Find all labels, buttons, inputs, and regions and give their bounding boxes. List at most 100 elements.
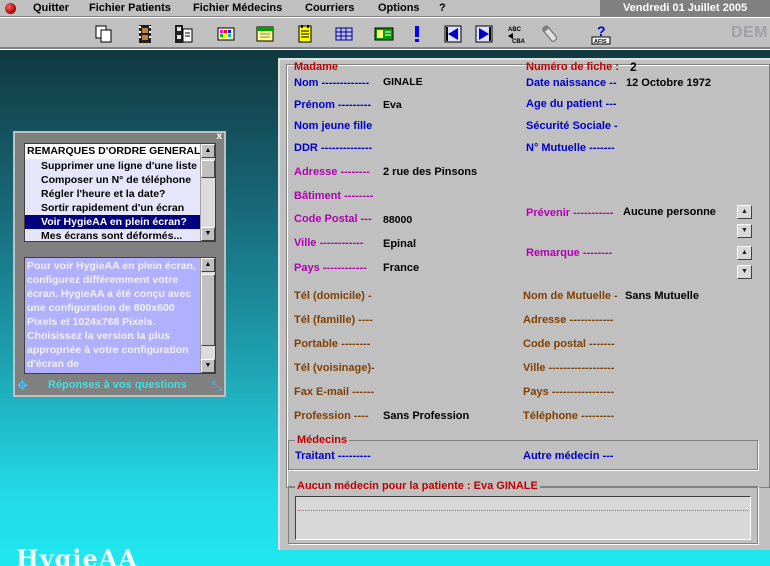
- help-topic-item[interactable]: Régler l'heure et la date?: [25, 187, 200, 201]
- mut-code-postal-label: Code postal -------: [523, 338, 615, 350]
- help-footer: ✥ Réponses à vos questions ⤡: [15, 378, 224, 394]
- tel-domicile-label: Tél (domicile) -: [294, 290, 372, 302]
- remarque-up-icon[interactable]: ▲: [737, 246, 752, 260]
- abc-label: ABC: [508, 27, 522, 33]
- nom-jeune-fille-label: Nom jeune fille: [294, 120, 373, 132]
- medecins-group: Médecins Traitant --------- Autre médeci…: [288, 434, 758, 470]
- help-topic-item[interactable]: Composer un N° de téléphone: [25, 173, 200, 187]
- ddr-label: DDR --------------: [294, 142, 373, 154]
- help-topic-item-selected[interactable]: Voir HygieAA en plein écran?: [25, 215, 200, 229]
- num-fiche-value: 2: [630, 60, 637, 74]
- mut-ville-label: Ville ------------------: [523, 362, 615, 374]
- scroll-thumb[interactable]: [201, 274, 215, 346]
- app-icon[interactable]: [5, 3, 16, 14]
- prevenir-up-icon[interactable]: ▲: [737, 205, 752, 219]
- remarque-label: Remarque --------: [526, 247, 613, 259]
- menu-fichier-medecins[interactable]: Fichier Médecins: [193, 2, 282, 14]
- profession-label: Profession ----: [294, 410, 369, 422]
- autre-medecin-label: Autre médecin ---: [523, 450, 614, 462]
- help-topic-item[interactable]: Mes écrans sont déformés...: [25, 229, 200, 241]
- batiment-label: Bâtiment --------: [294, 190, 374, 202]
- film-icon[interactable]: [134, 23, 156, 45]
- adresse-label: Adresse --------: [294, 166, 370, 178]
- tube-icon[interactable]: [539, 23, 561, 45]
- current-date: Vendredi 01 Juillet 2005: [600, 0, 770, 17]
- hygieaa-logo: HygieAA: [16, 544, 139, 566]
- resize-icon[interactable]: ⤡: [212, 378, 222, 394]
- scroll-down-icon[interactable]: ▼: [201, 359, 215, 373]
- help-description: Pour voir HygieAA en plein écran, config…: [24, 257, 216, 374]
- secu-label: Sécurité Sociale -: [526, 120, 618, 132]
- menu-options[interactable]: Options: [378, 2, 420, 14]
- date-naissance-value[interactable]: 12 Octobre 1972: [626, 77, 711, 89]
- mutuelle-num-label: N° Mutuelle -------: [526, 142, 615, 154]
- scroll-up-icon[interactable]: ▲: [201, 144, 215, 158]
- menu-fichier-patients[interactable]: Fichier Patients: [89, 2, 171, 14]
- menu-quitter[interactable]: Quitter: [33, 2, 69, 14]
- mut-adresse-label: Adresse ------------: [523, 314, 614, 326]
- dem-label: DEM: [730, 24, 768, 41]
- prevenir-label: Prévenir -----------: [526, 207, 614, 219]
- pays-value[interactable]: France: [383, 262, 419, 274]
- help-panel: x REMARQUES D'ORDRE GENERAL Supprimer un…: [13, 131, 226, 397]
- scroll-thumb[interactable]: [201, 160, 215, 178]
- help-description-scrollbar[interactable]: ▲ ▼: [200, 258, 215, 373]
- copy-icon[interactable]: [93, 23, 115, 45]
- medecin-notes-field[interactable]: [295, 496, 751, 540]
- arrow-left-icon[interactable]: [442, 23, 464, 45]
- help-topic-item[interactable]: Supprimer une ligne d'une liste: [25, 159, 200, 173]
- calendar-icon[interactable]: [254, 23, 276, 45]
- prenom-label: Prénom ---------: [294, 99, 371, 111]
- cba-label: CBA: [512, 39, 526, 45]
- ville-value[interactable]: Epinal: [383, 238, 416, 250]
- tel-voisinage-label: Tél (voisinage)-: [294, 362, 375, 374]
- age-label: Age du patient ---: [526, 98, 617, 110]
- medecins-legend: Médecins: [295, 434, 350, 446]
- civilite-label: Madame: [294, 61, 339, 73]
- remarque-down-icon[interactable]: ▼: [737, 265, 752, 279]
- notepad-icon[interactable]: [294, 23, 316, 45]
- help-close-button[interactable]: x: [216, 131, 222, 142]
- portable-label: Portable --------: [294, 338, 371, 350]
- aucun-medecin-legend: Aucun médecin pour la patiente : Eva GIN…: [295, 480, 540, 492]
- abc-swap-icon[interactable]: ABC CBA: [505, 23, 527, 45]
- help-icon-caption: AFIS: [594, 39, 607, 45]
- move-icon[interactable]: ✥: [17, 378, 28, 394]
- help-topic-item[interactable]: Sortir rapidement d'un écran: [25, 201, 200, 215]
- code-postal-label: Code Postal ---: [294, 213, 372, 225]
- help-list-header: REMARQUES D'ORDRE GENERAL: [27, 145, 200, 157]
- menu-help[interactable]: ?: [439, 2, 446, 14]
- help-topic-list[interactable]: REMARQUES D'ORDRE GENERAL Supprimer une …: [24, 143, 216, 242]
- help-footer-label: Réponses à vos questions: [48, 379, 187, 391]
- adresse-value[interactable]: 2 rue des Pinsons: [383, 166, 477, 178]
- scroll-down-icon[interactable]: ▼: [201, 227, 215, 241]
- mut-pays-label: Pays -----------------: [523, 386, 615, 398]
- help-icon[interactable]: ? AFIS: [590, 23, 612, 45]
- ville-label: Ville ------------: [294, 237, 364, 249]
- prevenir-value[interactable]: Aucune personne: [623, 206, 716, 218]
- nom-mutuelle-label: Nom de Mutuelle -: [523, 290, 618, 302]
- date-naissance-label: Date naissance --: [526, 77, 617, 89]
- card-icon[interactable]: [373, 23, 395, 45]
- palette-icon[interactable]: [215, 23, 237, 45]
- help-description-text: Pour voir HygieAA en plein écran, config…: [27, 260, 196, 370]
- help-list-scrollbar[interactable]: ▲ ▼: [200, 144, 215, 241]
- menu-courriers[interactable]: Courriers: [305, 2, 355, 14]
- pays-label: Pays ------------: [294, 262, 367, 274]
- toolbar: ABC CBA ? AFIS DEM: [0, 17, 770, 49]
- notes-line: [298, 510, 748, 511]
- prevenir-down-icon[interactable]: ▼: [737, 224, 752, 238]
- document-film-icon[interactable]: [172, 23, 194, 45]
- profession-value[interactable]: Sans Profession: [383, 410, 469, 422]
- code-postal-value[interactable]: 88000: [383, 214, 412, 226]
- nom-mutuelle-value[interactable]: Sans Mutuelle: [625, 290, 699, 302]
- nom-value[interactable]: GINALE: [383, 76, 423, 88]
- exclamation-icon[interactable]: [406, 23, 428, 45]
- traitant-label: Traitant ---------: [295, 450, 371, 462]
- mut-tel-label: Téléphone ---------: [523, 410, 615, 422]
- grid-icon[interactable]: [333, 23, 355, 45]
- prenom-value[interactable]: Eva: [383, 99, 402, 111]
- fax-label: Fax E-mail ------: [294, 386, 375, 398]
- scroll-up-icon[interactable]: ▲: [201, 258, 215, 272]
- arrow-right-icon[interactable]: [473, 23, 495, 45]
